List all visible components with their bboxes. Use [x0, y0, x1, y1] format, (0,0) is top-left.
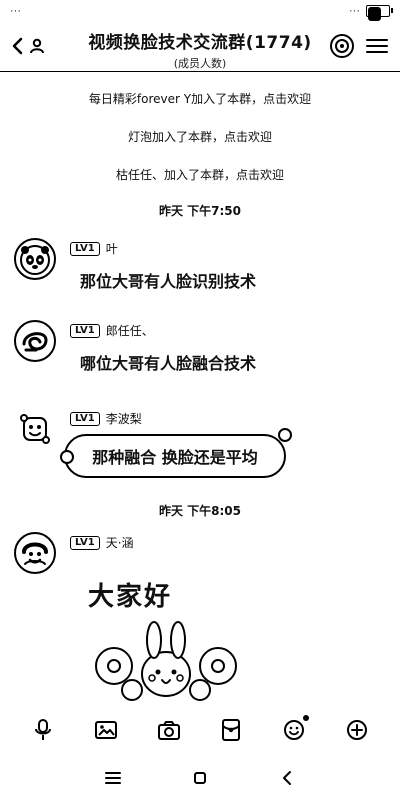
camera-button[interactable]: [152, 713, 186, 747]
emoji-button[interactable]: [277, 713, 311, 747]
more-button[interactable]: [340, 713, 374, 747]
chat-message: LV1 叶 那位大哥有人脸识别技术: [14, 238, 386, 328]
system-message: 枯任任、加入了本群，点击欢迎: [115, 168, 284, 182]
back-button[interactable]: [10, 32, 48, 60]
message-text[interactable]: 哪位大哥有人脸融合技术: [80, 350, 256, 374]
system-message: 灯泡加入了本群，点击欢迎: [127, 130, 272, 144]
timestamp: 昨天 下午7:50: [158, 204, 242, 218]
member-level-badge: LV1: [70, 323, 100, 338]
avatar[interactable]: [14, 532, 56, 574]
chat-screen: ··· ··· 视频换脸技术交流群(1774) (成员人数) 每日精彩forev…: [0, 0, 400, 800]
swirl-avatar-icon: [22, 332, 48, 352]
menu-icon: [366, 39, 388, 41]
group-info-icon: [335, 39, 349, 53]
mic-icon: [35, 719, 52, 740]
chat-header: 视频换脸技术交流群(1774) (成员人数): [0, 22, 400, 72]
red-packet-icon: [222, 719, 241, 741]
back-nav-icon: [282, 771, 291, 785]
status-left: ···: [10, 5, 21, 17]
group-info-button[interactable]: [330, 34, 354, 58]
avatar[interactable]: [14, 408, 56, 450]
avatar[interactable]: [14, 238, 56, 280]
nav-back-button[interactable]: [273, 764, 301, 792]
battery-level: [368, 7, 382, 21]
header-actions: [330, 34, 388, 58]
chat-subtitle: (成员人数): [173, 57, 227, 70]
voice-button[interactable]: [26, 713, 60, 747]
member-level-badge: LV1: [70, 411, 100, 426]
menu-nav-icon: [105, 772, 122, 784]
cartoon-avatar-icon: [20, 414, 50, 444]
sender-name: 郎任任、: [105, 324, 154, 338]
home-nav-icon: [193, 772, 206, 784]
sticker-text[interactable]: 大家好: [88, 576, 172, 613]
message-meta: LV1 天·涵: [70, 534, 134, 551]
chat-message: LV1 天·涵 大家好: [14, 532, 386, 702]
camera-icon: [157, 721, 180, 740]
status-right-text: ···: [349, 5, 360, 17]
member-level-badge: LV1: [70, 241, 100, 256]
message-text[interactable]: 那位大哥有人脸识别技术: [80, 268, 256, 292]
sender-name: 李波梨: [105, 412, 142, 426]
chat-title: 视频换脸技术交流群(1774): [88, 33, 312, 53]
message-meta: LV1 李波梨: [70, 410, 142, 427]
red-packet-button[interactable]: [214, 713, 248, 747]
chat-area[interactable]: 每日精彩forever Y加入了本群，点击欢迎 灯泡加入了本群，点击欢迎 枯任任…: [0, 72, 400, 702]
system-message: 每日精彩forever Y加入了本群，点击欢迎: [88, 92, 312, 106]
person-avatar-icon: [22, 542, 48, 565]
back-icon: [12, 37, 23, 55]
emoji-icon: [283, 720, 304, 740]
member-level-badge: LV1: [70, 535, 100, 550]
chat-message: LV1 郎任任、 哪位大哥有人脸融合技术: [14, 320, 386, 410]
sender-name: 天·涵: [105, 536, 134, 550]
header-title-wrap: 视频换脸技术交流群(1774) (成员人数): [70, 28, 330, 71]
status-right: ···: [349, 5, 393, 21]
sender-name: 叶: [105, 242, 118, 256]
menu-icon: [366, 51, 388, 53]
message-meta: LV1 叶: [70, 240, 118, 257]
image-icon: [94, 721, 117, 739]
nav-home-button[interactable]: [186, 764, 214, 792]
group-icon: [30, 38, 44, 54]
image-button[interactable]: [89, 713, 123, 747]
avatar[interactable]: [14, 320, 56, 362]
plus-icon: [346, 720, 367, 740]
menu-icon: [366, 45, 388, 47]
system-nav-bar: [0, 756, 400, 800]
nav-menu-button[interactable]: [99, 764, 127, 792]
message-meta: LV1 郎任任、: [70, 322, 154, 339]
notification-dot: [302, 715, 309, 721]
bunny-sticker-icon[interactable]: [92, 618, 242, 702]
chat-message: LV1 李波梨 那种融合 换脸还是平均: [14, 408, 386, 498]
panda-avatar-icon: [20, 245, 50, 275]
menu-button[interactable]: [366, 37, 388, 55]
input-toolbar: [0, 708, 400, 752]
battery-icon: [366, 5, 393, 21]
message-text: 那种融合 换脸还是平均: [92, 448, 258, 467]
status-bar: ··· ···: [0, 0, 400, 22]
timestamp: 昨天 下午8:05: [158, 504, 242, 518]
message-bubble[interactable]: 那种融合 换脸还是平均: [60, 428, 292, 478]
